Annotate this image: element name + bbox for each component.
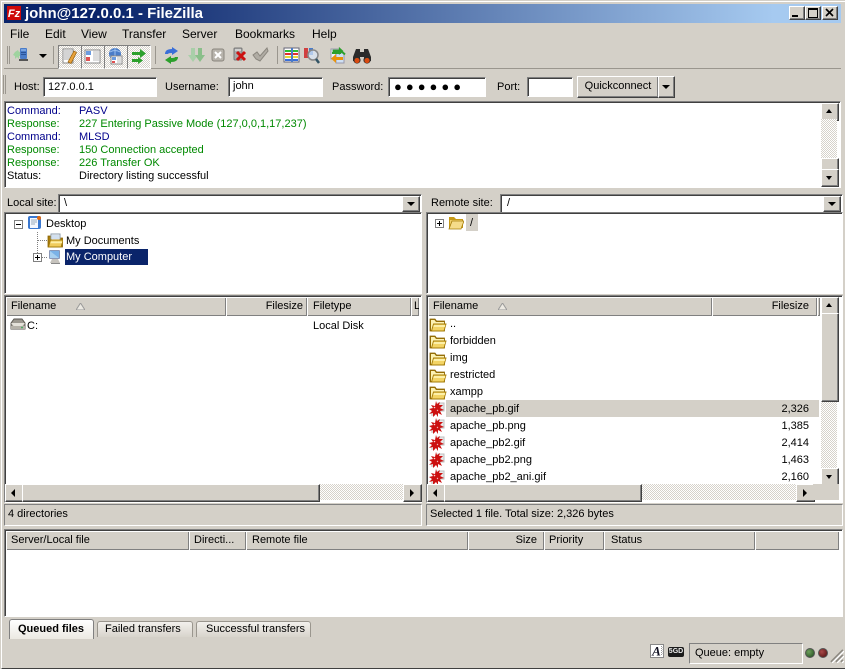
svg-text:A: A (651, 644, 661, 659)
svg-text:Fz: Fz (8, 8, 21, 20)
